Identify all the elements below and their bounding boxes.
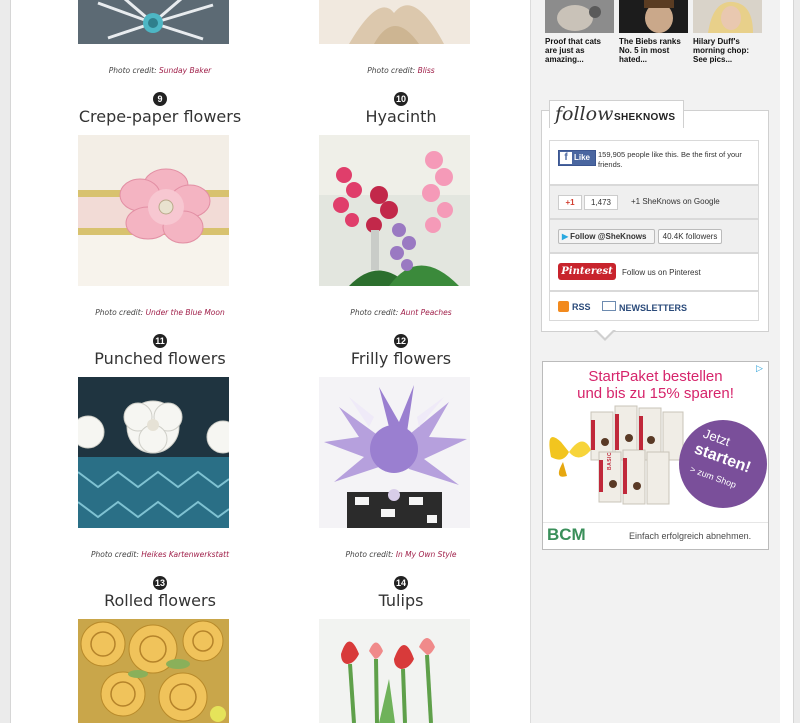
googleplus-count: 1,473: [584, 195, 618, 210]
photo-credit-top-left: Photo credit: Sunday Baker: [109, 66, 212, 75]
rss-icon: [558, 301, 569, 312]
item-number-badge: 12: [394, 334, 408, 348]
item-number-badge: 9: [153, 92, 167, 106]
rss-label: RSS: [572, 302, 591, 312]
gallery-image-top-right[interactable]: [319, 0, 470, 44]
googleplus-row: +1 1,473 +1 SheKnows on Google: [549, 185, 759, 219]
photo-credit: Photo credit: Under the Blue Moon: [95, 308, 224, 317]
ad-headline-1: StartPaket bestellen: [588, 368, 723, 385]
facebook-like-text: 159,905 people like this. Be the first o…: [598, 150, 742, 169]
gallery-image-frilly-flowers[interactable]: [319, 377, 470, 528]
twitter-follow-label: Follow @SheKnows: [570, 232, 647, 241]
credit-link[interactable]: Sunday Baker: [159, 66, 211, 75]
story-thumbnail[interactable]: [693, 0, 762, 33]
photo-credit: Photo credit: Heikes Kartenwerkstatt: [91, 550, 229, 559]
rss-link[interactable]: RSS: [558, 301, 591, 312]
story-thumbnail[interactable]: [545, 0, 614, 33]
gallery-image-punched-flowers[interactable]: [78, 377, 229, 528]
credit-prefix: Photo credit:: [367, 66, 418, 75]
pinterest-row: Pinterest Follow us on Pinterest: [549, 253, 759, 291]
twitter-row: ▶ Follow @SheKnows 40.4K followers: [549, 219, 759, 253]
credit-prefix: Photo credit:: [350, 308, 401, 317]
item-title: Rolled flowers: [104, 591, 216, 610]
pinterest-logo[interactable]: Pinterest: [558, 263, 616, 280]
credit-link[interactable]: Bliss: [418, 66, 435, 75]
butterfly-icon: [549, 437, 591, 477]
credit-link[interactable]: Aunt Peaches: [401, 308, 452, 317]
gallery-image-hyacinth[interactable]: [319, 135, 470, 286]
item-title: Frilly flowers: [350, 349, 452, 368]
credit-prefix: Photo credit:: [345, 550, 396, 559]
item-title: Tulips: [378, 591, 424, 610]
story-thumbnail[interactable]: [619, 0, 688, 33]
photo-credit-top-right: Photo credit: Bliss: [367, 66, 434, 75]
facebook-like-button[interactable]: f Like: [558, 150, 596, 166]
photo-credit: Photo credit: In My Own Style: [346, 550, 457, 559]
credit-prefix: Photo credit:: [90, 550, 142, 559]
story-caption[interactable]: Hilary Duff's morning chop: See pics...: [693, 37, 762, 64]
envelope-icon: [602, 301, 616, 311]
credit-link[interactable]: In My Own Style: [396, 550, 457, 559]
photo-credit: Photo credit: Aunt Peaches: [350, 308, 451, 317]
story-card[interactable]: Proof that cats are just as amazing...: [545, 0, 614, 64]
ad-footer: BCM Einfach erfolgreich abnehmen.: [543, 522, 768, 549]
pinterest-text: Follow us on Pinterest: [622, 268, 701, 277]
gallery-image-crepe-paper-flowers[interactable]: [78, 135, 229, 286]
facebook-icon: f: [560, 152, 572, 164]
credit-prefix: Photo credit:: [108, 66, 160, 75]
item-title: Crepe-paper flowers: [78, 107, 242, 126]
story-card[interactable]: Hilary Duff's morning chop: See pics...: [693, 0, 762, 64]
gallery-image-rolled-flowers[interactable]: [78, 619, 229, 723]
twitter-follow-button[interactable]: ▶ Follow @SheKnows: [558, 229, 655, 244]
ad-product-label: BASIC: [607, 451, 613, 470]
twitter-bird-icon: ▶: [562, 232, 569, 241]
subscribe-row: RSS NEWSLETTERS: [549, 291, 759, 321]
facebook-row: f Like 159,905 people like this. Be the f…: [549, 140, 759, 185]
ad-brand-logo: BCM: [547, 525, 586, 544]
gallery-image-top-left[interactable]: [78, 0, 229, 44]
story-caption[interactable]: Proof that cats are just as amazing...: [545, 37, 614, 64]
item-number-badge: 10: [394, 92, 408, 106]
widget-pointer-inner: [596, 329, 614, 338]
advertisement[interactable]: ▷ StartPaket bestellen und bis zu 15% sp…: [542, 361, 769, 550]
newsletters-label: NEWSLETTERS: [619, 303, 688, 313]
credit-link[interactable]: Under the Blue Moon: [146, 308, 225, 317]
follow-brand: SHEKNOWS: [614, 112, 676, 123]
twitter-followers-count: 40.4K followers: [658, 229, 722, 244]
page-right-margin: [780, 0, 792, 723]
facebook-like-label: Like: [574, 153, 591, 162]
ad-headline-2: und bis zu 15% sparen!: [577, 385, 734, 402]
ad-tagline: Einfach erfolgreich abnehmen.: [629, 531, 752, 541]
story-caption[interactable]: The Biebs ranks No. 5 in most hated...: [619, 37, 688, 64]
item-title: Hyacinth: [365, 107, 437, 126]
item-number-badge: 14: [394, 576, 408, 590]
credit-link[interactable]: Heikes Kartenwerkstatt: [141, 550, 229, 559]
follow-title: follow: [555, 103, 614, 125]
newsletters-link[interactable]: NEWSLETTERS: [602, 301, 687, 313]
credit-prefix: Photo credit:: [95, 308, 146, 317]
googleplus-text: +1 SheKnows on Google: [631, 197, 720, 206]
item-title: Punched flowers: [94, 349, 226, 368]
gallery-image-tulips[interactable]: [319, 619, 470, 723]
item-number-badge: 13: [153, 576, 167, 590]
item-number-badge: 11: [153, 334, 167, 348]
googleplus-button[interactable]: +1: [558, 195, 582, 210]
story-card[interactable]: The Biebs ranks No. 5 in most hated...: [619, 0, 688, 64]
